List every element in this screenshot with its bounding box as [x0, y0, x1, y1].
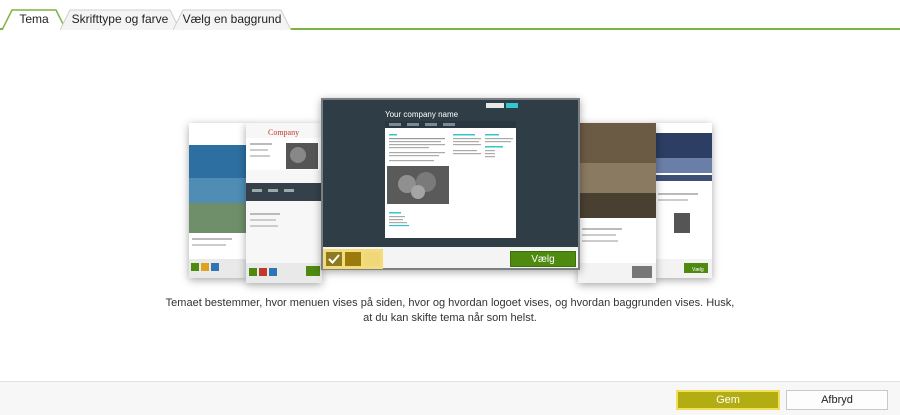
theme-card-left[interactable]: Company	[246, 123, 322, 283]
tab-label: Skrifttype og farve	[71, 12, 169, 26]
color-swatch[interactable]	[364, 252, 380, 266]
cancel-button[interactable]: Afbryd	[786, 390, 888, 410]
theme-card-right[interactable]	[578, 123, 656, 283]
tab-tema[interactable]: Tema	[2, 9, 66, 30]
company-logo-text: Company	[268, 128, 299, 137]
theme-preview: Vælg	[654, 123, 712, 278]
color-swatch-selected[interactable]	[326, 252, 342, 266]
theme-preview: Your company name	[323, 100, 578, 268]
tab-bar: Tema Skrifttype og farve Vælg en baggrun…	[0, 0, 900, 30]
tab-font-color[interactable]: Skrifttype og farve	[60, 9, 180, 30]
theme-card-far-left[interactable]	[189, 123, 247, 278]
theme-description: Temaet bestemmer, hvor menuen vises på s…	[165, 297, 735, 324]
theme-preview	[578, 123, 656, 283]
theme-card-far-right[interactable]: Vælg	[654, 123, 712, 278]
theme-preview: Company	[246, 123, 322, 283]
tab-label: Tema	[19, 12, 49, 26]
company-name-text: Your company name	[385, 110, 459, 119]
theme-carousel: Company Vælg Your company name Vælg	[0, 30, 900, 290]
choose-theme-button[interactable]: Vælg	[510, 251, 576, 267]
choose-label: Vælg	[692, 267, 704, 273]
color-swatch[interactable]	[345, 252, 361, 266]
tab-background[interactable]: Vælg en baggrund	[173, 9, 291, 30]
theme-preview	[189, 123, 247, 278]
save-button[interactable]: Gem	[676, 390, 780, 410]
theme-card-selected[interactable]: Your company name	[321, 98, 580, 270]
checkmark-icon	[328, 254, 340, 264]
tab-label: Vælg en baggrund	[182, 12, 282, 26]
